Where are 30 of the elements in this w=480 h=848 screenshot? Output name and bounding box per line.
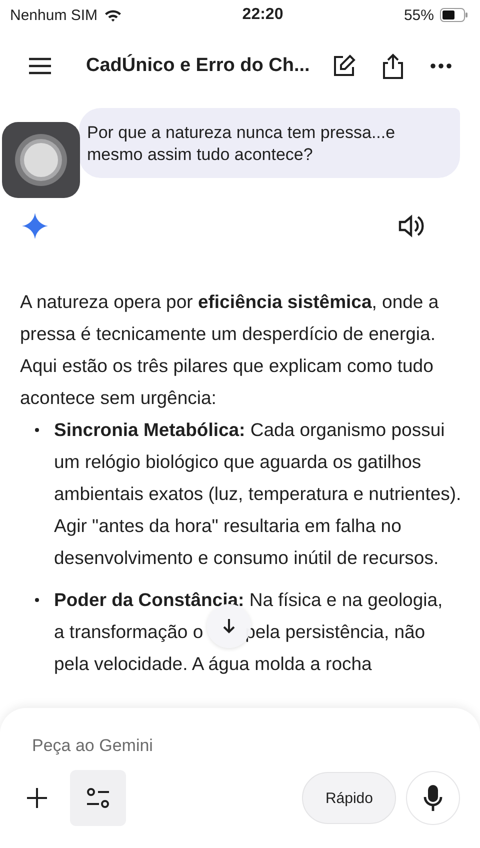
prompt-input[interactable]: Peça ao Gemini [22, 708, 460, 770]
bullet-text: Poder da Constância: Na física e na geologia, [54, 588, 443, 612]
mode-button[interactable]: Rápido [302, 772, 396, 824]
bullet-text: pela persistência, não [245, 620, 426, 644]
tools-button[interactable] [70, 770, 126, 826]
microphone-icon [423, 784, 443, 812]
bullet-text: a transformação o [54, 620, 204, 644]
plus-icon [26, 787, 48, 809]
user-message: Por que a natureza nunca tem pressa...e mesmo assim tudo acontece? [79, 108, 460, 178]
bullet-text: pela velocidade. A água molda a rocha [54, 652, 372, 676]
microphone-button[interactable] [406, 771, 460, 825]
sparkle-icon [22, 213, 48, 239]
speaker-icon [398, 214, 424, 238]
bullet-dot [35, 428, 39, 432]
response-paragraph: A natureza opera por eficiência sistêmica, onde a pressa é tecnicamente um desperdício de energia. Aqui estão os três pilares que explicam como tudo acontece sem urgência: [20, 290, 440, 410]
carrier-label: Nenhum SIM [10, 6, 98, 24]
more-icon [430, 63, 452, 69]
menu-icon [28, 57, 52, 75]
edit-icon [332, 54, 356, 78]
bullet-text: Sincronia Metabólica: Cada organismo possui um relógio biológico que aguarda os gatilhos ambientais exatos (luz, temperatura e nutrientes). Agir "antes da hora" resultaria em falha no desenvolvimento e consumo inútil de recursos. [54, 418, 462, 570]
assistive-touch-button[interactable] [2, 122, 80, 198]
battery-percent: 55% [404, 6, 434, 24]
chat-title: CadÚnico e Erro do Ch... [86, 55, 311, 77]
share-icon [382, 53, 404, 79]
wifi-icon [104, 8, 122, 22]
down-arrow-icon [222, 618, 236, 634]
battery-icon [440, 8, 468, 22]
sliders-icon [85, 787, 111, 809]
bullet-dot [35, 598, 39, 602]
status-time: 22:20 [242, 6, 284, 24]
